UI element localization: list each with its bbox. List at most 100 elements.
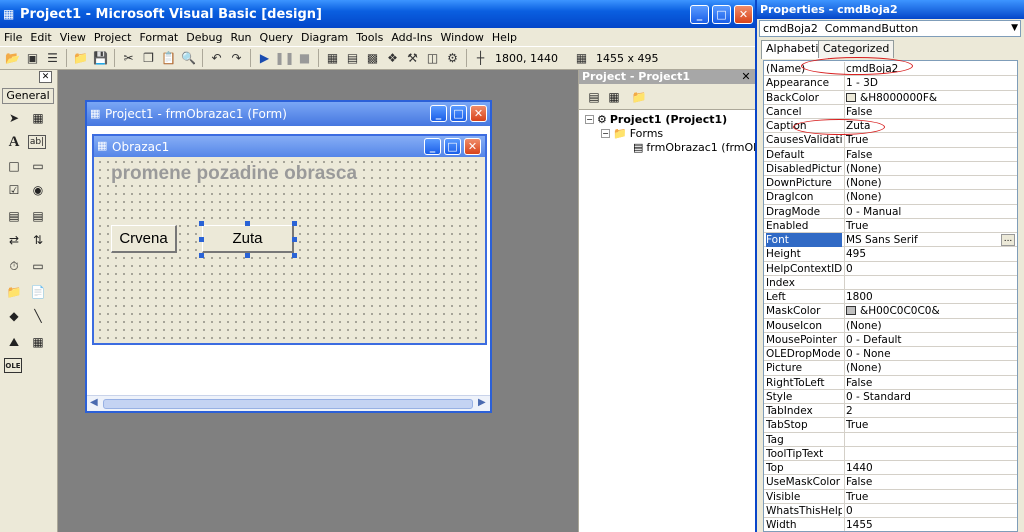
close-button[interactable]: ✕ [734, 5, 753, 24]
menu-debug[interactable]: Debug [186, 31, 222, 44]
minimize-button[interactable]: _ [690, 5, 709, 24]
property-value[interactable]: True [844, 218, 1017, 233]
find-icon[interactable]: 🔍 [180, 50, 197, 66]
image-tool-icon[interactable]: ⛰ [4, 332, 24, 352]
menu-format[interactable]: Format [139, 31, 178, 44]
copy-icon[interactable]: ❐ [140, 50, 157, 66]
maximize-button[interactable]: □ [712, 5, 731, 24]
view-object-icon[interactable]: ▦ [604, 87, 624, 107]
form-designer-minimize-button[interactable]: _ [430, 105, 447, 122]
data-view-icon[interactable]: ◫ [424, 50, 441, 66]
redo-icon[interactable]: ↷ [228, 50, 245, 66]
property-row[interactable]: Enabled True [764, 218, 1017, 233]
property-row[interactable]: MaskColor &H00C0C0C0& [764, 304, 1017, 319]
chevron-down-icon[interactable]: ▼ [1011, 21, 1018, 36]
toolbox-icon[interactable]: ⚒ [404, 50, 421, 66]
resize-handle[interactable] [199, 253, 204, 258]
property-value[interactable]: 1455 [844, 518, 1017, 531]
paste-icon[interactable]: 📋 [160, 50, 177, 66]
resize-handle[interactable] [245, 253, 250, 258]
property-value[interactable]: True [844, 489, 1017, 504]
optionbutton-tool-icon[interactable]: ◉ [28, 180, 48, 200]
property-value[interactable]: &H00C0C0C0& [844, 304, 1017, 319]
property-value[interactable]: 495 [844, 247, 1017, 262]
timer-tool-icon[interactable]: ⏱ [4, 256, 24, 276]
resize-handle[interactable] [292, 221, 297, 226]
checkbox-tool-icon[interactable]: ☑ [4, 180, 24, 200]
undo-icon[interactable]: ↶ [208, 50, 225, 66]
scroll-right-icon[interactable]: ▶ [478, 397, 486, 408]
resize-handle[interactable] [292, 253, 297, 258]
properties-window-icon[interactable]: ▤ [344, 50, 361, 66]
property-row[interactable]: MouseIcon (None) [764, 318, 1017, 333]
menu-diagram[interactable]: Diagram [301, 31, 348, 44]
property-value[interactable]: 1440 [844, 461, 1017, 475]
scroll-thumb[interactable] [103, 399, 473, 409]
property-value[interactable]: 0 [844, 503, 1017, 518]
property-row[interactable]: TabIndex 2 [764, 404, 1017, 419]
property-row[interactable]: OLEDropMode 0 - None [764, 347, 1017, 362]
property-row[interactable]: MousePointer 0 - Default [764, 332, 1017, 347]
property-value[interactable] [844, 275, 1017, 290]
property-value[interactable]: 1800 [844, 290, 1017, 304]
add-form-icon[interactable]: ▣ [24, 50, 41, 66]
property-value[interactable]: 1 - 3D [844, 76, 1017, 91]
shape-tool-icon[interactable]: ◆ [4, 306, 24, 326]
property-row[interactable]: Default False [764, 147, 1017, 162]
form-layout-icon[interactable]: ▩ [364, 50, 381, 66]
combobox-tool-icon[interactable]: ▤ [4, 206, 24, 226]
frame-tool-icon[interactable]: □ [4, 156, 24, 176]
object-browser-icon[interactable]: ❖ [384, 50, 401, 66]
menu-editor-icon[interactable]: ☰ [44, 50, 61, 66]
property-value[interactable]: False [844, 475, 1017, 490]
property-row[interactable]: DragMode 0 - Manual [764, 204, 1017, 219]
property-row[interactable]: Width 1455 [764, 518, 1017, 531]
tree-item-project[interactable]: − ⚙ Project1 (Project1) [585, 113, 727, 126]
property-row[interactable]: Cancel False [764, 104, 1017, 119]
object-selector[interactable]: cmdBoja2 CommandButton ▼ [759, 20, 1021, 37]
menu-help[interactable]: Help [492, 31, 517, 44]
property-row[interactable]: CausesValidation True [764, 133, 1017, 148]
resize-handle[interactable] [199, 221, 204, 226]
collapse-icon[interactable]: − [601, 129, 610, 138]
scroll-left-icon[interactable]: ◀ [90, 397, 98, 408]
property-value[interactable]: 0 - None [844, 347, 1017, 361]
project-explorer-close-icon[interactable]: ✕ [740, 71, 752, 83]
property-row[interactable]: Tag [764, 432, 1017, 447]
property-value[interactable] [844, 432, 1017, 447]
property-value[interactable]: (None) [844, 361, 1017, 376]
property-row[interactable]: BackColor &H8000000F& [764, 90, 1017, 105]
menu-add-ins[interactable]: Add-Ins [391, 31, 432, 44]
property-row[interactable]: Appearance 1 - 3D [764, 76, 1017, 91]
label-tool-icon[interactable]: A [4, 132, 24, 152]
property-value[interactable]: MS Sans Serif... [844, 233, 1017, 247]
hscrollbar-tool-icon[interactable]: ⇄ [4, 230, 24, 250]
property-value[interactable]: 0 - Standard [844, 389, 1017, 404]
property-value[interactable]: True [844, 133, 1017, 148]
filelistbox-tool-icon[interactable]: 📄 [28, 282, 48, 302]
property-value[interactable]: (None) [844, 176, 1017, 190]
resize-handle[interactable] [292, 237, 297, 242]
visual-component-manager-icon[interactable]: ⚙ [444, 50, 461, 66]
line-tool-icon[interactable]: ╲ [28, 306, 48, 326]
property-value[interactable]: False [844, 104, 1017, 119]
menu-run[interactable]: Run [230, 31, 251, 44]
property-row[interactable]: UseMaskColor False [764, 475, 1017, 490]
ole-tool-icon[interactable]: OLE [4, 358, 22, 373]
cut-icon[interactable]: ✂ [120, 50, 137, 66]
obrazac-close-button[interactable]: ✕ [464, 138, 481, 155]
resize-handle[interactable] [199, 237, 204, 242]
pointer-tool-icon[interactable]: ➤ [4, 108, 24, 128]
crvena-button[interactable]: Crvena [111, 225, 177, 253]
form-label[interactable]: promene pozadine obrasca [111, 163, 360, 185]
open-project-icon[interactable]: 📁 [72, 50, 89, 66]
property-value[interactable]: (None) [844, 161, 1017, 176]
property-row[interactable]: TabStop True [764, 418, 1017, 433]
property-row[interactable]: Height 495 [764, 247, 1017, 262]
property-row[interactable]: RightToLeft False [764, 375, 1017, 390]
menu-query[interactable]: Query [260, 31, 293, 44]
property-row[interactable]: Picture (None) [764, 361, 1017, 376]
tree-item-forms[interactable]: − 📁 Forms [601, 127, 663, 140]
property-row[interactable]: Left 1800 [764, 290, 1017, 305]
break-icon[interactable]: ❚❚ [274, 50, 294, 66]
